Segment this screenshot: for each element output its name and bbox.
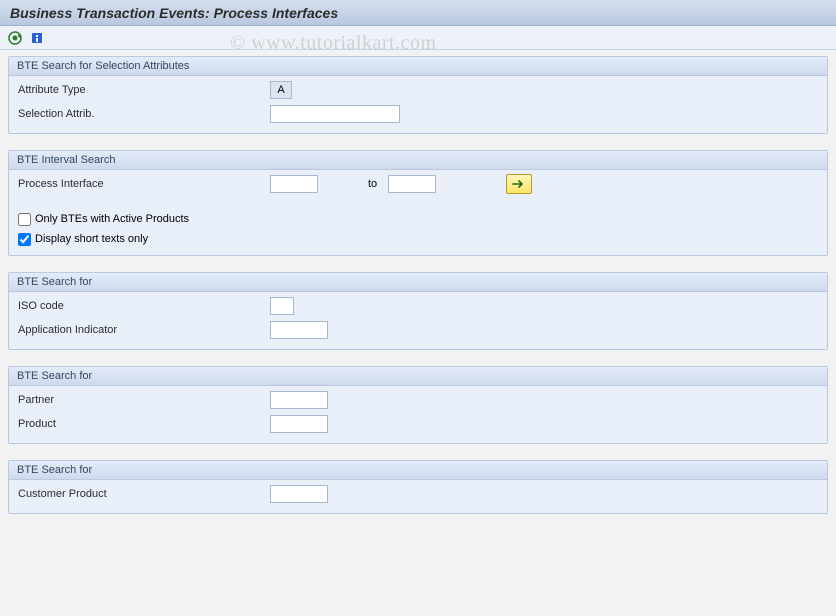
- multiple-selection-button[interactable]: [506, 174, 532, 194]
- group-selection-attributes: BTE Search for Selection Attributes Attr…: [8, 56, 828, 134]
- content-area: BTE Search for Selection Attributes Attr…: [0, 50, 836, 514]
- attribute-type-label: Attribute Type: [15, 84, 270, 96]
- display-short-texts-label: Display short texts only: [35, 233, 148, 245]
- info-button[interactable]: [28, 29, 46, 47]
- process-interface-from-input[interactable]: [270, 175, 318, 193]
- partner-input[interactable]: [270, 391, 328, 409]
- partner-label: Partner: [15, 394, 270, 406]
- group-title: BTE Search for Selection Attributes: [9, 57, 827, 76]
- group-title: BTE Search for: [9, 273, 827, 292]
- selection-attrib-input[interactable]: [270, 105, 400, 123]
- group-iso-appind: BTE Search for ISO code Application Indi…: [8, 272, 828, 350]
- product-label: Product: [15, 418, 270, 430]
- execute-button[interactable]: [6, 29, 24, 47]
- iso-code-input[interactable]: [270, 297, 294, 315]
- group-title: BTE Search for: [9, 461, 827, 480]
- only-active-products-label: Only BTEs with Active Products: [35, 213, 189, 225]
- customer-product-label: Customer Product: [15, 488, 270, 500]
- customer-product-input[interactable]: [270, 485, 328, 503]
- process-interface-label: Process Interface: [15, 178, 270, 190]
- group-customer-product: BTE Search for Customer Product: [8, 460, 828, 514]
- group-title: BTE Search for: [9, 367, 827, 386]
- arrow-right-icon: [512, 179, 526, 189]
- application-indicator-label: Application Indicator: [15, 324, 270, 336]
- page-title: Business Transaction Events: Process Int…: [0, 0, 836, 26]
- process-interface-to-input[interactable]: [388, 175, 436, 193]
- product-input[interactable]: [270, 415, 328, 433]
- display-short-texts-checkbox[interactable]: [18, 233, 31, 246]
- selection-attrib-label: Selection Attrib.: [15, 108, 270, 120]
- group-interval-search: BTE Interval Search Process Interface to…: [8, 150, 828, 256]
- iso-code-label: ISO code: [15, 300, 270, 312]
- application-indicator-input[interactable]: [270, 321, 328, 339]
- toolbar: [0, 26, 836, 50]
- info-icon: [30, 31, 44, 45]
- attribute-type-input[interactable]: [270, 81, 292, 99]
- group-title: BTE Interval Search: [9, 151, 827, 170]
- group-partner-product: BTE Search for Partner Product: [8, 366, 828, 444]
- execute-icon: [8, 31, 22, 45]
- to-label: to: [318, 178, 388, 190]
- only-active-products-checkbox[interactable]: [18, 213, 31, 226]
